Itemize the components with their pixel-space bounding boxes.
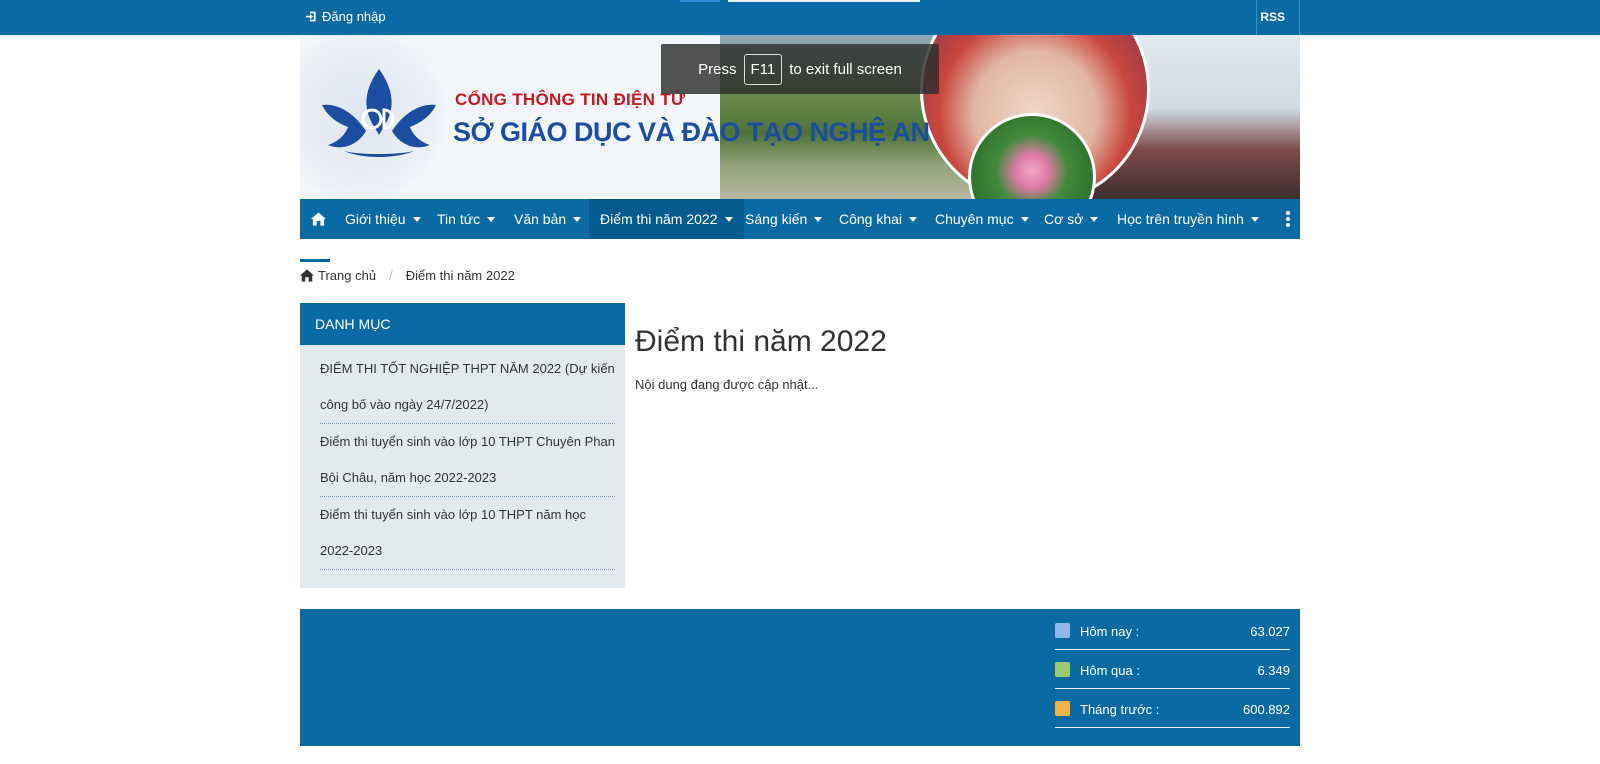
sidebar-heading: DANH MỤC bbox=[300, 303, 625, 345]
breadcrumb-current: Điểm thi năm 2022 bbox=[405, 268, 515, 283]
nav-item-label: Công khai bbox=[839, 211, 903, 227]
nav-item-cong-khai[interactable]: Công khai bbox=[839, 199, 918, 239]
more-dot-icon bbox=[1286, 223, 1290, 227]
stat-label: Hôm nay : bbox=[1080, 624, 1140, 639]
sidebar-item-chuyen-phan-boi-chau[interactable]: Điểm thi tuyển sinh vào lớp 10 THPT Chuy… bbox=[320, 424, 615, 497]
caret-down-icon bbox=[487, 216, 496, 222]
login-label: Đăng nhập bbox=[322, 9, 386, 24]
page-content-text: Nội dung đang được cập nhật... bbox=[635, 377, 819, 392]
nav-item-label: Tin tức bbox=[437, 211, 481, 227]
rss-box: RSS bbox=[1256, 0, 1300, 35]
nav-item-co-so[interactable]: Cơ sở bbox=[1044, 199, 1099, 239]
sidebar-list: ĐIỂM THI TỐT NGHIỆP THPT NĂM 2022 (Dự ki… bbox=[300, 345, 625, 570]
caret-down-icon bbox=[814, 216, 823, 222]
nav-item-label: Học trên truyền hình bbox=[1117, 211, 1244, 227]
sidebar-item-line: Điểm thi tuyển sinh vào lớp 10 THPT năm … bbox=[320, 507, 587, 522]
nav-item-diem-thi[interactable]: Điểm thi năm 2022 bbox=[589, 199, 744, 239]
stat-last-month: Tháng trước : 600.892 bbox=[1055, 689, 1290, 728]
stat-label: Hôm qua : bbox=[1080, 663, 1140, 678]
nav-item-label: Văn bản bbox=[514, 211, 567, 227]
sidebar-item-line: công bố vào ngày 24/7/2022) bbox=[320, 397, 489, 412]
caret-down-icon bbox=[573, 216, 582, 222]
nav-item-sang-kien[interactable]: Sáng kiến bbox=[745, 199, 823, 239]
nav-item-label: Giới thiệu bbox=[345, 211, 406, 227]
caret-down-icon bbox=[1090, 216, 1099, 222]
top-bar: Đăng nhập RSS bbox=[0, 0, 1600, 35]
nav-item-hoc-tren-truyen-hinh[interactable]: Học trên truyền hình bbox=[1117, 199, 1259, 239]
fullscreen-press-text: Press bbox=[698, 60, 737, 78]
rss-link[interactable]: RSS bbox=[1260, 10, 1285, 24]
stat-label: Tháng trước : bbox=[1080, 702, 1160, 717]
education-department-logo[interactable] bbox=[314, 65, 444, 160]
user-today-icon bbox=[1055, 623, 1070, 638]
stat-value: 63.027 bbox=[1250, 624, 1290, 639]
top-bar-inner: Đăng nhập RSS bbox=[300, 0, 1300, 35]
breadcrumb-home[interactable]: Trang chủ bbox=[318, 268, 376, 283]
breadcrumb-separator: / bbox=[389, 268, 393, 283]
more-dot-icon bbox=[1286, 211, 1290, 215]
footer: Hôm nay : 63.027 Hôm qua : 6.349 Tháng t… bbox=[300, 609, 1300, 746]
nav-item-van-ban[interactable]: Văn bản bbox=[514, 199, 582, 239]
sidebar-item-tot-nghiep-thpt[interactable]: ĐIỂM THI TỐT NGHIỆP THPT NĂM 2022 (Dự ki… bbox=[320, 351, 615, 424]
stat-yesterday: Hôm qua : 6.349 bbox=[1055, 650, 1290, 689]
fullscreen-notice: Press F11 to exit full screen bbox=[661, 44, 939, 94]
caret-down-icon bbox=[1250, 216, 1259, 222]
more-dot-icon bbox=[1286, 217, 1290, 221]
stat-value: 600.892 bbox=[1243, 702, 1290, 717]
nav-item-label: Sáng kiến bbox=[745, 211, 808, 227]
nav-item-gioi-thieu[interactable]: Giới thiệu bbox=[345, 199, 421, 239]
caret-down-icon bbox=[1020, 216, 1029, 222]
sign-in-icon bbox=[305, 11, 316, 22]
sidebar-item-line: 2022-2023 bbox=[320, 543, 383, 558]
nav-item-label: Điểm thi năm 2022 bbox=[600, 211, 718, 227]
nav-item-label: Chuyên mục bbox=[935, 211, 1014, 227]
user-yesterday-icon bbox=[1055, 662, 1070, 677]
sidebar-item-line: Điểm thi tuyển sinh vào lớp 10 THPT Chuy… bbox=[320, 434, 615, 449]
stat-today: Hôm nay : 63.027 bbox=[1055, 611, 1290, 650]
login-link[interactable]: Đăng nhập bbox=[305, 9, 386, 24]
fullscreen-rest-text: to exit full screen bbox=[789, 60, 902, 78]
page-title: Điểm thi năm 2022 bbox=[635, 325, 887, 358]
home-icon bbox=[300, 269, 314, 282]
category-sidebar: DANH MỤC ĐIỂM THI TỐT NGHIỆP THPT NĂM 20… bbox=[300, 303, 625, 588]
caret-down-icon bbox=[412, 216, 421, 222]
sidebar-item-lop-10-thpt[interactable]: Điểm thi tuyển sinh vào lớp 10 THPT năm … bbox=[320, 497, 615, 570]
nav-item-chuyen-muc[interactable]: Chuyên mục bbox=[935, 199, 1029, 239]
sidebar-item-line: ĐIỂM THI TỐT NGHIỆP THPT NĂM 2022 (Dự ki… bbox=[320, 361, 615, 376]
caret-down-icon bbox=[724, 216, 733, 222]
home-icon bbox=[310, 212, 326, 226]
nav-item-label: Cơ sở bbox=[1044, 211, 1084, 227]
fullscreen-key: F11 bbox=[743, 53, 783, 85]
breadcrumb: Trang chủ / Điểm thi năm 2022 bbox=[300, 268, 515, 283]
banner-title-line1: CỔNG THÔNG TIN ĐIỆN TỬ bbox=[455, 90, 686, 109]
nav-more-button[interactable] bbox=[1276, 199, 1300, 239]
sidebar-item-line: Bội Châu, năm học 2022-2023 bbox=[320, 470, 497, 485]
user-month-icon bbox=[1055, 701, 1070, 716]
main-nav: Giới thiệu Tin tức Văn bản Điểm thi năm … bbox=[300, 199, 1300, 239]
breadcrumb-accent bbox=[300, 259, 330, 262]
caret-down-icon bbox=[909, 216, 918, 222]
stat-value: 6.349 bbox=[1257, 663, 1290, 678]
nav-item-tin-tuc[interactable]: Tin tức bbox=[437, 199, 496, 239]
nav-home-button[interactable] bbox=[300, 199, 336, 239]
banner-title-line2: SỞ GIÁO DỤC VÀ ĐÀO TẠO NGHỆ AN bbox=[453, 117, 930, 147]
